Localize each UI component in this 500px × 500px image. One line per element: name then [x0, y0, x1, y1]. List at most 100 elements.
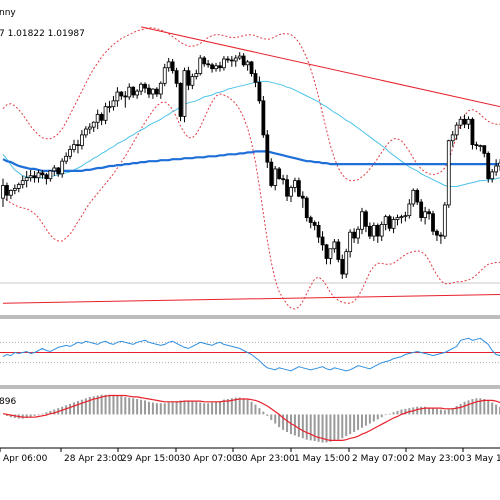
- candle-body-bear: [336, 241, 341, 260]
- candle-body-bear: [241, 55, 246, 66]
- candle-body-bull: [379, 224, 384, 237]
- candle-body-bear: [387, 216, 392, 229]
- candle-body-bear: [229, 59, 234, 62]
- candle-body-bull: [494, 165, 499, 173]
- candle-body-bull: [332, 241, 337, 250]
- candle-body-bull: [454, 124, 459, 136]
- candle-body-bull: [36, 172, 41, 179]
- candle-body-bear: [174, 70, 179, 84]
- candle-body-bull: [60, 160, 65, 175]
- candle-body-bull: [245, 61, 250, 66]
- symbol-label: nny: [0, 8, 16, 18]
- candle-body-bear: [281, 178, 285, 181]
- candle-body-bull: [16, 184, 21, 189]
- candle-body-bear: [99, 114, 104, 121]
- candle-body-bull: [151, 88, 155, 95]
- candle-body-bull: [222, 58, 226, 69]
- x-tick-label: 1 May 15:00: [294, 454, 350, 464]
- x-tick-label: 3 May 15:00: [466, 454, 500, 464]
- candle-body-bear: [316, 224, 321, 238]
- candle-body-bull: [1, 185, 5, 199]
- candle-body-bull: [162, 67, 167, 84]
- candle-body-bear: [253, 73, 258, 83]
- candle-body-bull: [328, 248, 333, 259]
- candle-body-bull: [91, 121, 96, 128]
- candle-body-bear: [44, 174, 49, 180]
- candle-body-bear: [147, 87, 151, 95]
- candle-body-bull: [490, 171, 495, 180]
- candle-body-bull: [12, 188, 17, 191]
- candle-body-bull: [115, 91, 120, 102]
- candle-body-bull: [194, 73, 199, 77]
- candle-body-bull: [442, 204, 447, 237]
- candle-body-bull: [233, 57, 238, 62]
- candle-body-bear: [474, 144, 479, 147]
- candle-body-bull: [95, 114, 100, 123]
- candle-body-bear: [296, 180, 301, 197]
- candle-body-bull: [360, 211, 364, 230]
- candle-body-bear: [277, 168, 282, 180]
- candle-body-bull: [127, 86, 132, 98]
- candle-body-bull: [214, 65, 218, 70]
- candle-body-bear: [202, 57, 207, 65]
- chart-background: [0, 0, 500, 500]
- candle-body-bull: [139, 83, 143, 92]
- candle-body-bear: [186, 70, 191, 86]
- candle-body-bull: [399, 216, 404, 219]
- candle-body-bull: [64, 155, 69, 162]
- candle-body-bear: [257, 81, 262, 102]
- candle-body-bear: [131, 86, 136, 96]
- candle-body-bear: [210, 64, 214, 70]
- candle-body-bull: [24, 177, 29, 182]
- candle-body-bull: [458, 118, 463, 126]
- candle-body-bear: [154, 88, 159, 95]
- candle-body-bear: [56, 167, 61, 175]
- candle-body-bull: [107, 106, 112, 109]
- ohlc-readout: 7 1.01822 1.01987: [0, 29, 85, 39]
- candle-body-bull: [371, 224, 376, 237]
- candle-body-bull: [466, 118, 471, 125]
- x-tick-label: 29 Apr 15:00: [121, 454, 180, 464]
- candle-body-bear: [304, 197, 309, 219]
- candle-body-bear: [431, 213, 435, 232]
- candle-body-bear: [419, 201, 424, 219]
- candle-body-bear: [438, 234, 443, 237]
- candle-body-bear: [462, 118, 467, 125]
- candle-body-bull: [80, 134, 84, 146]
- x-tick-label: 30 Apr 07:00: [179, 454, 238, 464]
- candle-body-bull: [52, 167, 57, 172]
- candle-body-bear: [178, 82, 183, 117]
- x-tick-label: 28 Apr 23:00: [64, 454, 123, 464]
- candle-body-bull: [423, 211, 428, 219]
- candle-body-bear: [486, 152, 491, 180]
- candle-body-bull: [8, 189, 13, 196]
- candle-body-bear: [470, 118, 475, 146]
- candle-body-bear: [367, 225, 372, 237]
- candle-body-bull: [391, 219, 396, 229]
- candle-body-bear: [32, 175, 37, 179]
- candle-body-bull: [198, 57, 203, 74]
- candle-body-bear: [482, 145, 487, 154]
- candle-body-bear: [320, 236, 325, 246]
- pane-separator-main[interactable]: [0, 315, 500, 319]
- candle-body-bear: [269, 161, 274, 186]
- candle-body-bull: [446, 140, 451, 206]
- candle-body-bear: [375, 224, 380, 237]
- candle-body-bear: [218, 65, 222, 69]
- candle-body-bear: [312, 222, 317, 226]
- candle-body-bear: [285, 179, 289, 197]
- candle-body-bull: [135, 90, 140, 96]
- candle-body-bear: [119, 91, 124, 97]
- pane-separator-rsi[interactable]: [0, 385, 500, 389]
- candle-body-bear: [261, 100, 266, 136]
- candle-body-bull: [383, 216, 388, 225]
- candle-body-bull: [68, 149, 72, 157]
- candle-body-bear: [364, 211, 368, 227]
- candle-body-bull: [158, 82, 163, 95]
- candle-body-bear: [308, 217, 313, 223]
- candle-body-bear: [170, 61, 175, 72]
- candle-body-bear: [5, 185, 9, 196]
- oscillator-label: 896: [0, 397, 16, 407]
- candle-body-bull: [450, 134, 455, 142]
- candle-body-bull: [273, 168, 278, 186]
